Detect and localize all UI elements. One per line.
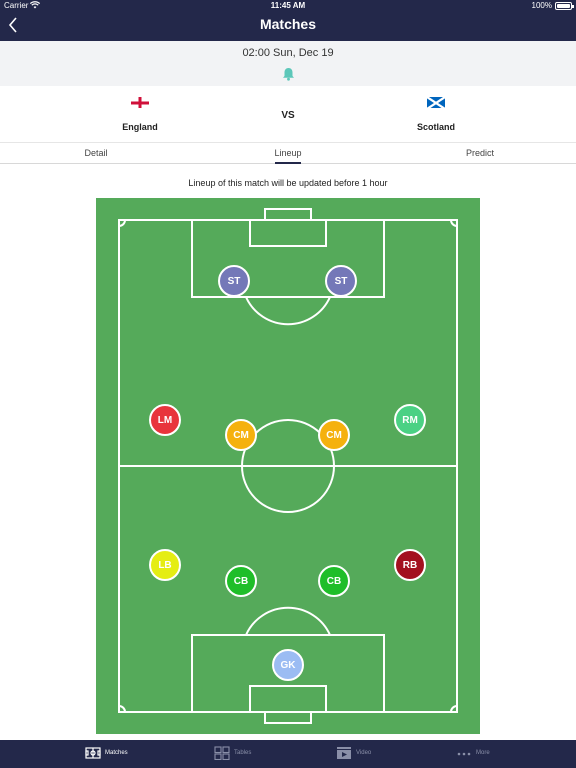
battery-icon	[555, 2, 574, 10]
video-icon	[336, 746, 352, 760]
player-role: ST	[334, 275, 348, 287]
pitch-icon	[85, 746, 101, 760]
bottom-tab-video[interactable]: Video	[288, 740, 432, 768]
player-role: LB	[158, 559, 172, 571]
bottom-tab-matches[interactable]: Matches	[0, 740, 144, 768]
player-role: CB	[233, 575, 249, 587]
match-time-bar: 02:00 Sun, Dec 19	[0, 41, 576, 86]
player-role: ST	[227, 275, 241, 287]
player-rb[interactable]: RB	[394, 549, 426, 581]
away-team[interactable]: Scotland	[376, 94, 496, 132]
player-role: CM	[233, 429, 249, 441]
tab-detail[interactable]: Detail	[0, 148, 192, 158]
player-role: CM	[326, 429, 342, 441]
tab-label: Lineup	[274, 148, 302, 158]
player-cm-left[interactable]: CM	[225, 419, 257, 451]
player-lb[interactable]: LB	[149, 549, 181, 581]
tab-lineup[interactable]: Lineup	[192, 148, 384, 164]
bottom-tab-more[interactable]: More	[432, 740, 576, 768]
player-st-right[interactable]: ST	[325, 265, 357, 297]
bottom-tab-label: Matches	[105, 750, 128, 756]
match-tabs: Detail Lineup Predict	[0, 143, 576, 164]
bottom-tab-label: Tables	[234, 750, 252, 756]
active-tab-indicator	[275, 162, 301, 164]
lineup-notice: Lineup of this match will be updated bef…	[188, 178, 388, 188]
player-role: LM	[157, 414, 173, 426]
grid-icon	[214, 746, 230, 761]
bottom-tab-label: More	[476, 750, 490, 756]
more-icon	[456, 746, 472, 760]
player-cb-right[interactable]: CB	[318, 565, 350, 597]
scotland-flag-icon	[427, 96, 445, 108]
bottom-tab-tables[interactable]: Tables	[144, 740, 288, 768]
home-team-name: England	[122, 122, 158, 132]
england-flag-icon	[131, 96, 149, 108]
player-lm[interactable]: LM	[149, 404, 181, 436]
status-bar: Carrier 11:45 AM 100%	[0, 0, 576, 12]
match-datetime: 02:00 Sun, Dec 19	[242, 47, 334, 59]
battery-percent: 100%	[531, 1, 552, 10]
tab-label: Predict	[465, 148, 494, 158]
player-role: GK	[280, 659, 296, 671]
tab-label: Detail	[84, 148, 108, 158]
player-cb-left[interactable]: CB	[225, 565, 257, 597]
nav-bar: Matches	[0, 12, 576, 41]
player-role: RB	[402, 559, 418, 571]
page-title: Matches	[259, 16, 317, 32]
teams-header: England VS Scotland	[0, 86, 576, 143]
player-role: RM	[402, 414, 418, 426]
bottom-tab-label: Video	[356, 750, 372, 756]
player-gk[interactable]: GK	[272, 649, 304, 681]
player-role: CB	[326, 575, 342, 587]
bell-icon[interactable]	[282, 67, 295, 81]
pitch: ST ST LM CM CM RM LB CB CB RB GK	[96, 198, 480, 734]
away-team-name: Scotland	[416, 122, 455, 132]
tab-predict[interactable]: Predict	[384, 148, 576, 158]
player-cm-right[interactable]: CM	[318, 419, 350, 451]
player-st-left[interactable]: ST	[218, 265, 250, 297]
bottom-tab-bar: Matches Tables Video More	[0, 740, 576, 768]
player-rm[interactable]: RM	[394, 404, 426, 436]
clock: 11:45 AM	[270, 1, 306, 10]
